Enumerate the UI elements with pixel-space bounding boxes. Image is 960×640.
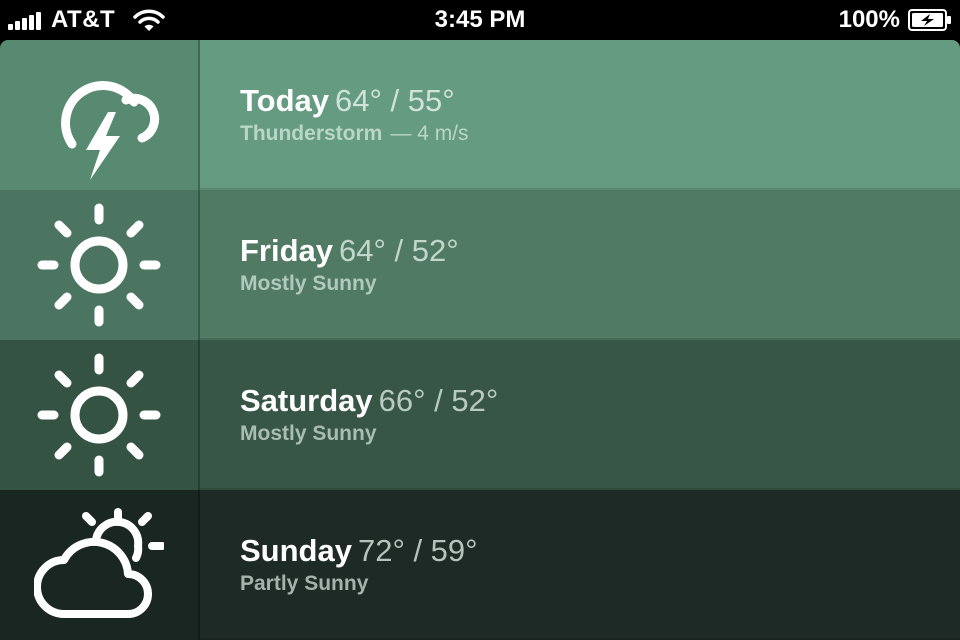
status-bar: AT&T 3:45 PM 100% bbox=[0, 0, 960, 40]
forecast-row-today[interactable]: Today 64° / 55° Thunderstorm — 4 m/s bbox=[0, 40, 960, 190]
status-right: 100% bbox=[839, 6, 952, 34]
temperature-range: 64° / 52° bbox=[339, 233, 459, 268]
condition-text: Partly Sunny bbox=[240, 572, 369, 595]
forecast-headline: Friday 64° / 52° bbox=[240, 233, 960, 269]
day-name: Saturday bbox=[240, 383, 373, 418]
condition-text: Mostly Sunny bbox=[240, 422, 377, 445]
temperature-range: 72° / 59° bbox=[357, 533, 478, 568]
forecast-detail: Partly Sunny bbox=[240, 571, 960, 597]
forecast-row-friday[interactable]: Friday 64° / 52° Mostly Sunny bbox=[0, 190, 960, 340]
forecast-detail: Thunderstorm — 4 m/s bbox=[240, 121, 960, 147]
partly-sunny-icon bbox=[34, 508, 164, 618]
sun-icon bbox=[37, 203, 161, 327]
forecast-row-sunday[interactable]: Sunday 72° / 59° Partly Sunny bbox=[0, 490, 960, 640]
battery-charging-icon bbox=[908, 9, 951, 31]
forecast-list: Today 64° / 55° Thunderstorm — 4 m/s Fri… bbox=[0, 40, 960, 640]
status-time: 3:45 PM bbox=[434, 6, 526, 33]
forecast-info: Friday 64° / 52° Mostly Sunny bbox=[200, 190, 960, 340]
day-name: Sunday bbox=[240, 533, 352, 568]
forecast-detail: Mostly Sunny bbox=[240, 421, 960, 447]
forecast-headline: Sunday 72° / 59° bbox=[240, 533, 960, 569]
weather-icon-cell bbox=[0, 40, 200, 190]
weather-icon-cell bbox=[0, 190, 200, 340]
condition-text: Thunderstorm bbox=[240, 122, 383, 145]
temperature-range: 64° / 55° bbox=[335, 83, 455, 118]
temperature-range: 66° / 52° bbox=[378, 383, 499, 418]
wind-speed: — 4 m/s bbox=[390, 122, 469, 145]
thunderstorm-icon bbox=[61, 81, 160, 180]
sun-icon bbox=[37, 353, 161, 477]
forecast-info: Sunday 72° / 59° Partly Sunny bbox=[200, 490, 960, 640]
forecast-row-saturday[interactable]: Saturday 66° / 52° Mostly Sunny bbox=[0, 340, 960, 490]
forecast-headline: Today 64° / 55° bbox=[240, 83, 960, 119]
battery-percentage: 100% bbox=[838, 6, 900, 33]
weather-icon-cell bbox=[0, 340, 200, 490]
day-name: Friday bbox=[240, 233, 334, 268]
forecast-info: Today 64° / 55° Thunderstorm — 4 m/s bbox=[200, 40, 960, 190]
forecast-info: Saturday 66° / 52° Mostly Sunny bbox=[200, 340, 960, 490]
forecast-detail: Mostly Sunny bbox=[240, 271, 960, 297]
day-name: Today bbox=[240, 83, 329, 118]
screen: AT&T 3:45 PM 100% Today 64° / 55° Thunde… bbox=[0, 0, 960, 640]
forecast-headline: Saturday 66° / 52° bbox=[240, 383, 960, 419]
condition-text: Mostly Sunny bbox=[240, 272, 377, 295]
weather-icon-cell bbox=[0, 490, 200, 640]
